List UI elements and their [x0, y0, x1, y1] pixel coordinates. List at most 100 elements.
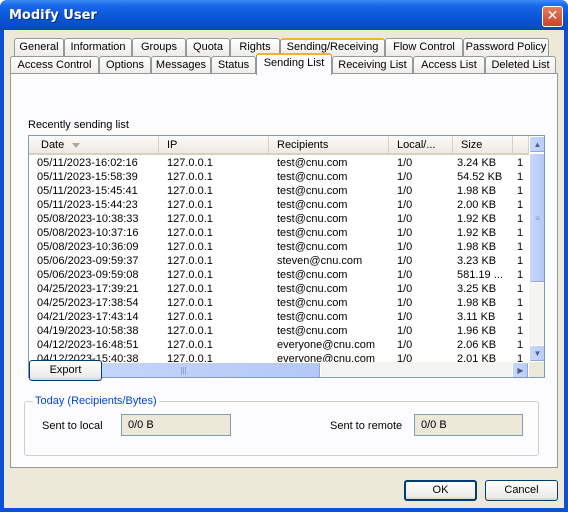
table-row[interactable]: 04/25/2023-17:39:21 127.0.0.1 test@cnu.com… — [29, 282, 529, 296]
table-cell: 05/11/2023-15:45:41 — [37, 185, 138, 197]
table-cell: 1/0 — [397, 311, 413, 323]
ok-button[interactable]: OK — [404, 480, 477, 501]
table-cell: 04/25/2023-17:39:21 — [37, 283, 139, 295]
tab-flow-control[interactable]: Flow Control — [385, 38, 463, 57]
column-header-label: IP — [167, 139, 178, 151]
tab-general[interactable]: General — [14, 38, 64, 57]
table-row[interactable]: 05/08/2023-10:38:33 127.0.0.1 test@cnu.com… — [29, 212, 529, 226]
table-row[interactable]: 05/11/2023-15:58:39 127.0.0.1 test@cnu.com… — [29, 170, 529, 184]
table-cell: 3.11 KB — [457, 311, 496, 323]
table-row[interactable]: 05/11/2023-15:44:23 127.0.0.1 test@cnu.com… — [29, 198, 529, 212]
table-cell: 1 — [517, 297, 524, 309]
sent-to-local-label: Sent to local — [42, 420, 103, 432]
table-cell: 1/0 — [397, 283, 413, 295]
table-cell: 127.0.0.1 — [167, 199, 213, 211]
column-header[interactable]: Size — [453, 136, 513, 155]
grip-icon: ≡ — [535, 214, 540, 223]
table-row[interactable]: 05/11/2023-16:02:16 127.0.0.1 test@cnu.com… — [29, 156, 529, 170]
table-cell: 1.98 KB — [457, 185, 497, 197]
table-row[interactable]: 05/08/2023-10:37:16 127.0.0.1 test@cnu.com… — [29, 226, 529, 240]
table-cell: 1/0 — [397, 227, 413, 239]
close-button[interactable]: ✕ — [542, 6, 563, 27]
sent-to-remote-label: Sent to remote — [330, 420, 403, 432]
table-cell: 1/0 — [397, 199, 413, 211]
table-cell: 1 — [517, 171, 524, 183]
table-cell: 1.98 KB — [457, 241, 497, 253]
grip-icon: ||| — [180, 366, 187, 375]
list-rows: 05/11/2023-16:02:16 127.0.0.1 test@cnu.com… — [29, 156, 529, 362]
vertical-scrollbar[interactable]: ▲ ≡ ▼ — [529, 136, 544, 362]
table-cell: 1/0 — [397, 269, 413, 281]
table-cell: 1 — [517, 199, 524, 211]
column-header[interactable]: Local/... — [389, 136, 453, 155]
table-cell: 1.96 KB — [457, 325, 497, 337]
tab-quota[interactable]: Quota — [186, 38, 230, 57]
table-cell: 127.0.0.1 — [167, 311, 213, 323]
table-row[interactable]: 04/25/2023-17:38:54 127.0.0.1 test@cnu.com… — [29, 296, 529, 310]
table-cell: 05/11/2023-15:58:39 — [37, 171, 138, 183]
sending-list-view[interactable]: Date IP Recipients Local/... Size 05/11/2023… — [28, 135, 545, 378]
tab-groups[interactable]: Groups — [132, 38, 186, 57]
table-cell: 1/0 — [397, 213, 413, 225]
table-row[interactable]: 04/19/2023-10:58:38 127.0.0.1 test@cnu.com… — [29, 324, 529, 338]
window-title: Modify User — [9, 8, 97, 23]
table-row[interactable]: 04/12/2023-16:48:51 127.0.0.1 everyone@cnu… — [29, 338, 529, 352]
table-row[interactable]: 04/21/2023-17:43:14 127.0.0.1 test@cnu.com… — [29, 310, 529, 324]
column-header[interactable]: Recipients — [269, 136, 389, 155]
tab-password-policy[interactable]: Password Policy — [463, 38, 549, 57]
scroll-up-icon[interactable]: ▲ — [529, 136, 544, 153]
horizontal-scrollbar[interactable]: ◀ ||| ▶ — [29, 362, 529, 377]
table-cell: 127.0.0.1 — [167, 241, 213, 253]
vertical-scroll-thumb[interactable]: ≡ — [529, 153, 544, 283]
column-header[interactable]: Date — [29, 136, 159, 155]
column-header-label: Date — [41, 139, 65, 151]
table-cell: 2.06 KB — [457, 339, 497, 351]
table-cell: 1/0 — [397, 171, 413, 183]
table-cell: test@cnu.com — [277, 325, 348, 337]
table-cell: 1 — [517, 325, 524, 337]
table-cell: 1.98 KB — [457, 297, 497, 309]
table-cell: 127.0.0.1 — [167, 297, 213, 309]
table-row[interactable]: 05/06/2023-09:59:37 127.0.0.1 steven@cnu.c… — [29, 254, 529, 268]
table-cell: 1/0 — [397, 297, 413, 309]
table-cell: test@cnu.com — [277, 199, 348, 211]
list-header: Date IP Recipients Local/... Size — [29, 136, 529, 155]
table-cell: 1 — [517, 311, 524, 323]
sent-to-remote-field: 0/0 B — [414, 414, 523, 436]
table-cell: test@cnu.com — [277, 241, 348, 253]
table-cell: test@cnu.com — [277, 171, 348, 183]
table-cell: everyone@cnu.com — [277, 339, 375, 351]
table-row[interactable]: 05/06/2023-09:59:08 127.0.0.1 test@cnu.com… — [29, 268, 529, 282]
table-row[interactable]: 05/08/2023-10:36:09 127.0.0.1 test@cnu.com… — [29, 240, 529, 254]
cancel-button[interactable]: Cancel — [485, 480, 558, 501]
table-cell: 1 — [517, 269, 524, 281]
scroll-right-icon[interactable]: ▶ — [512, 362, 529, 377]
tab-sending-list[interactable]: Sending List — [256, 53, 332, 75]
table-cell: test@cnu.com — [277, 157, 348, 169]
column-header[interactable]: IP — [159, 136, 269, 155]
table-cell: 127.0.0.1 — [167, 353, 213, 362]
table-cell: 04/21/2023-17:43:14 — [37, 311, 139, 323]
table-row[interactable]: 04/12/2023-15:40:38 127.0.0.1 everyone@cnu… — [29, 352, 529, 362]
scroll-down-icon[interactable]: ▼ — [529, 345, 544, 362]
table-cell: 1 — [517, 241, 524, 253]
table-cell: 1 — [517, 157, 524, 169]
table-cell: 127.0.0.1 — [167, 255, 213, 267]
column-header-label: Size — [461, 139, 483, 151]
export-button[interactable]: Export — [29, 360, 102, 381]
table-cell: 127.0.0.1 — [167, 213, 213, 225]
table-cell: 1/0 — [397, 353, 413, 362]
table-row[interactable]: 05/11/2023-15:45:41 127.0.0.1 test@cnu.com… — [29, 184, 529, 198]
table-cell: 2.01 KB — [457, 353, 497, 362]
tab-information[interactable]: Information — [64, 38, 132, 57]
title-bar[interactable]: Modify User ✕ — [0, 0, 568, 30]
table-cell: 1 — [517, 227, 524, 239]
table-cell: 1 — [517, 213, 524, 225]
today-group: Today (Recipients/Bytes) Sent to local 0… — [24, 395, 539, 456]
column-header[interactable] — [513, 136, 529, 155]
table-cell: test@cnu.com — [277, 185, 348, 197]
table-cell: 05/08/2023-10:36:09 — [37, 241, 139, 253]
table-cell: 1.92 KB — [457, 227, 497, 239]
scrollbar-corner — [529, 362, 544, 377]
today-group-title: Today (Recipients/Bytes) — [33, 395, 159, 407]
